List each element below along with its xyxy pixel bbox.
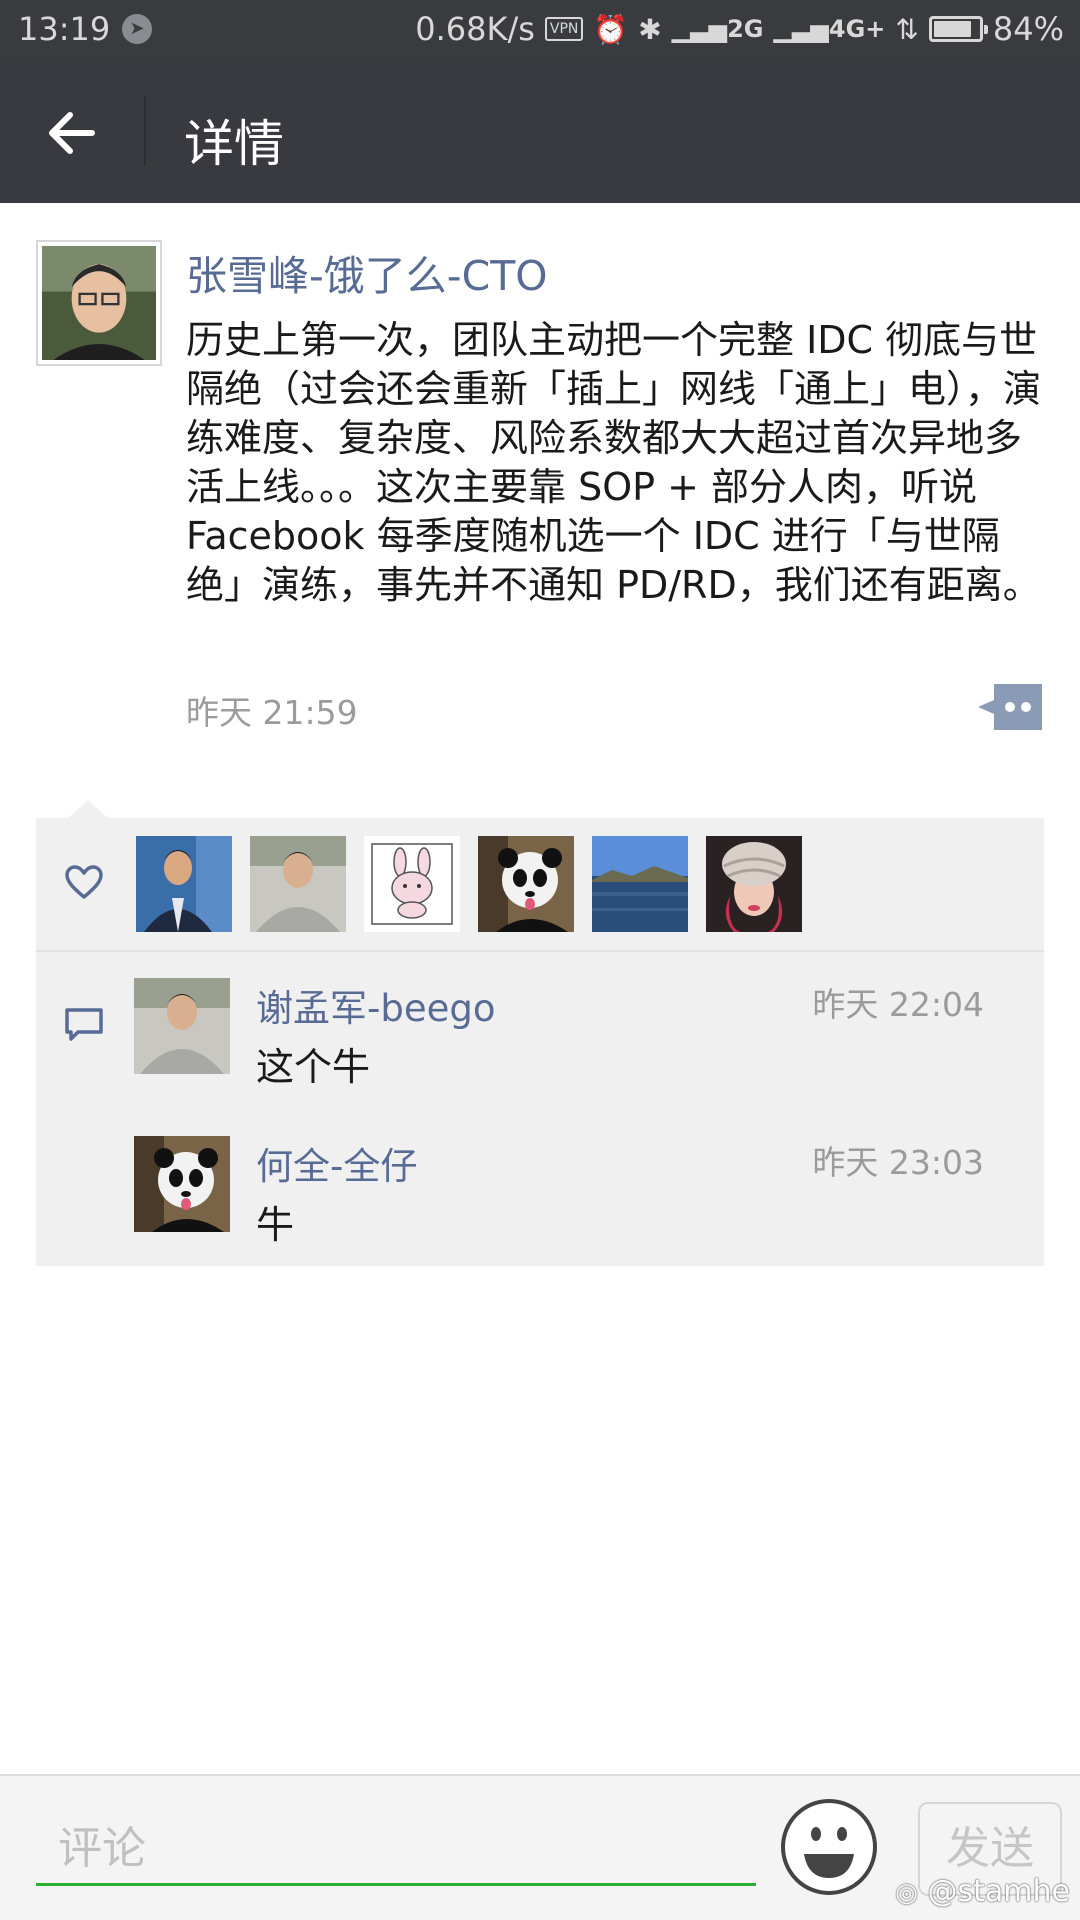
comment-text: 牛 (256, 1203, 295, 1247)
post-author-avatar[interactable] (36, 240, 162, 366)
like-avatar-3[interactable] (364, 836, 460, 932)
heart-icon (65, 865, 103, 899)
data-transfer-icon: ⇅ (895, 12, 919, 46)
vpn-icon: VPN (544, 17, 584, 41)
comment-author[interactable]: 何全-全仔 (256, 1136, 417, 1190)
comment-item[interactable]: 谢孟军-beego 昨天 22:04 这个牛 (36, 978, 1044, 1108)
likes-row (36, 818, 1044, 948)
like-avatar-6[interactable] (706, 836, 802, 932)
battery-percent: 84% (992, 10, 1064, 48)
like-avatar-4[interactable] (478, 836, 574, 932)
telegram-icon: ➤ (122, 14, 152, 44)
comment-dots-icon (978, 684, 1042, 730)
rabbit-avatar-icon (364, 836, 460, 932)
like-avatar-5[interactable] (592, 836, 688, 932)
interaction-panel: 谢孟军-beego 昨天 22:04 这个牛 何全-全仔 昨天 23:03 牛 (36, 818, 1044, 1266)
comment-input[interactable] (36, 1814, 756, 1886)
avatar-image (42, 246, 156, 360)
comment-author[interactable]: 谢孟军-beego (256, 978, 496, 1032)
post-timestamp: 昨天 21:59 (186, 693, 358, 732)
comment-timestamp: 昨天 23:03 (812, 1143, 984, 1182)
comment-avatar[interactable] (134, 978, 230, 1074)
man-in-hoodie-avatar-icon (134, 978, 230, 1074)
comment-avatar[interactable] (134, 1136, 230, 1232)
status-indicators: 0.68K/s VPN ⏰ ✱ ▁▃▅2G ▁▃▅4G+ ⇅ 84% (415, 10, 1064, 48)
status-bar: 13:19 ➤ 0.68K/s VPN ⏰ ✱ ▁▃▅2G ▁▃▅4G+ ⇅ 8… (0, 0, 1080, 60)
emoji-button[interactable] (780, 1798, 878, 1896)
weibo-icon: ◎ (895, 1878, 918, 1908)
network-speed: 0.68K/s (415, 10, 535, 48)
bluetooth-icon: ✱ (638, 12, 662, 46)
watermark: ◎ @stamhe (895, 1874, 1070, 1909)
comment-item[interactable]: 何全-全仔 昨天 23:03 牛 (36, 1136, 1044, 1266)
panda-avatar-icon (478, 836, 574, 932)
like-avatar-2[interactable] (250, 836, 346, 932)
comment-text: 这个牛 (256, 1045, 371, 1089)
smiley-icon (781, 1799, 877, 1895)
panel-pointer (68, 800, 108, 818)
post-content: 历史上第一次，团队主动把一个完整 IDC 彻底与世隔绝（过会还会重新「插上」网线… (186, 318, 1042, 607)
app-header: 详情 (0, 60, 1080, 203)
header-divider (144, 96, 146, 166)
more-actions-button[interactable] (978, 684, 1042, 730)
lake-avatar-icon (592, 836, 688, 932)
alarm-icon: ⏰ (593, 12, 629, 46)
network-4g-label: 4G+ (828, 15, 886, 43)
comment-timestamp: 昨天 22:04 (812, 985, 984, 1024)
man-in-suit-avatar-icon (136, 836, 232, 932)
back-button[interactable] (40, 100, 106, 166)
signal-4g-icon: ▁▃▅4G+ (773, 15, 886, 43)
like-avatar-1[interactable] (136, 836, 232, 932)
man-in-hoodie-avatar-icon (250, 836, 346, 932)
signal-2g-icon: ▁▃▅2G (671, 15, 764, 43)
watermark-text: @stamhe (927, 1874, 1070, 1909)
post-author-name[interactable]: 张雪峰-饿了么-CTO (186, 242, 548, 302)
panda-avatar-icon (134, 1136, 230, 1232)
status-time: 13:19 (18, 10, 111, 48)
network-2g-label: 2G (727, 15, 764, 43)
back-arrow-icon (49, 112, 95, 154)
panel-divider (36, 950, 1044, 952)
woman-avatar-icon (706, 836, 802, 932)
battery-fill (933, 21, 971, 37)
battery-icon (928, 16, 988, 42)
page-title: 详情 (184, 115, 284, 173)
